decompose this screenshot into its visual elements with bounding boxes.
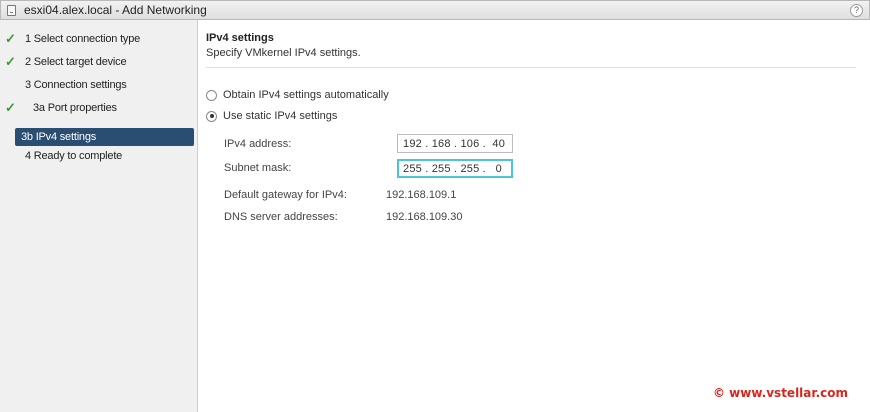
radio-label: Use static IPv4 settings [223, 110, 338, 122]
step-label: 2 Select target device [25, 56, 127, 68]
default-gateway-label: Default gateway for IPv4: [224, 189, 347, 201]
check-icon: ✓ [5, 54, 16, 69]
step-select-connection-type[interactable]: ✓ 1 Select connection type [0, 30, 198, 48]
wizard-steps-sidebar: ✓ 1 Select connection type ✓ 2 Select ta… [0, 20, 198, 412]
radio-button-checked[interactable] [206, 110, 217, 122]
radio-use-static[interactable]: Use static IPv4 settings [206, 110, 337, 122]
dns-servers-label: DNS server addresses: [224, 211, 338, 223]
ipv4-address-label: IPv4 address: [224, 138, 292, 150]
step-ready-to-complete[interactable]: 4 Ready to complete [0, 147, 198, 165]
step-label: 4 Ready to complete [25, 150, 123, 162]
page-title: IPv4 settings [206, 32, 274, 44]
check-icon: ✓ [5, 100, 16, 115]
watermark-text: © www.vstellar.com [713, 386, 849, 400]
window-titlebar: esxi04.alex.local - Add Networking ? [0, 0, 870, 20]
window-title: esxi04.alex.local - Add Networking [24, 3, 207, 17]
check-icon: ✓ [5, 31, 16, 46]
step-connection-settings[interactable]: 3 Connection settings [0, 76, 198, 94]
help-icon[interactable]: ? [850, 4, 863, 17]
page-subtitle: Specify VMkernel IPv4 settings. [206, 47, 361, 59]
subnet-mask-label: Subnet mask: [224, 162, 292, 174]
step-label: 3b IPv4 settings [21, 131, 97, 143]
radio-label: Obtain IPv4 settings automatically [223, 89, 389, 101]
wizard-content: IPv4 settings Specify VMkernel IPv4 sett… [199, 20, 870, 412]
dns-servers-value: 192.168.109.30 [386, 211, 463, 223]
step-label: 1 Select connection type [25, 33, 141, 45]
step-ipv4-settings[interactable]: 3b IPv4 settings [15, 128, 194, 146]
radio-obtain-automatically[interactable]: Obtain IPv4 settings automatically [206, 89, 389, 101]
default-gateway-value: 192.168.109.1 [386, 189, 457, 201]
radio-button-unchecked[interactable] [206, 89, 217, 101]
step-port-properties[interactable]: ✓ 3a Port properties [0, 99, 198, 117]
subnet-mask-input[interactable]: 255 . 255 . 255 . 0 [397, 159, 513, 178]
step-select-target-device[interactable]: ✓ 2 Select target device [0, 53, 198, 71]
header-divider [206, 67, 856, 68]
ipv4-address-input[interactable]: 192 . 168 . 106 . 40 [397, 134, 513, 153]
window-icon [7, 4, 16, 16]
step-label: 3a Port properties [33, 102, 117, 114]
step-label: 3 Connection settings [25, 79, 127, 91]
